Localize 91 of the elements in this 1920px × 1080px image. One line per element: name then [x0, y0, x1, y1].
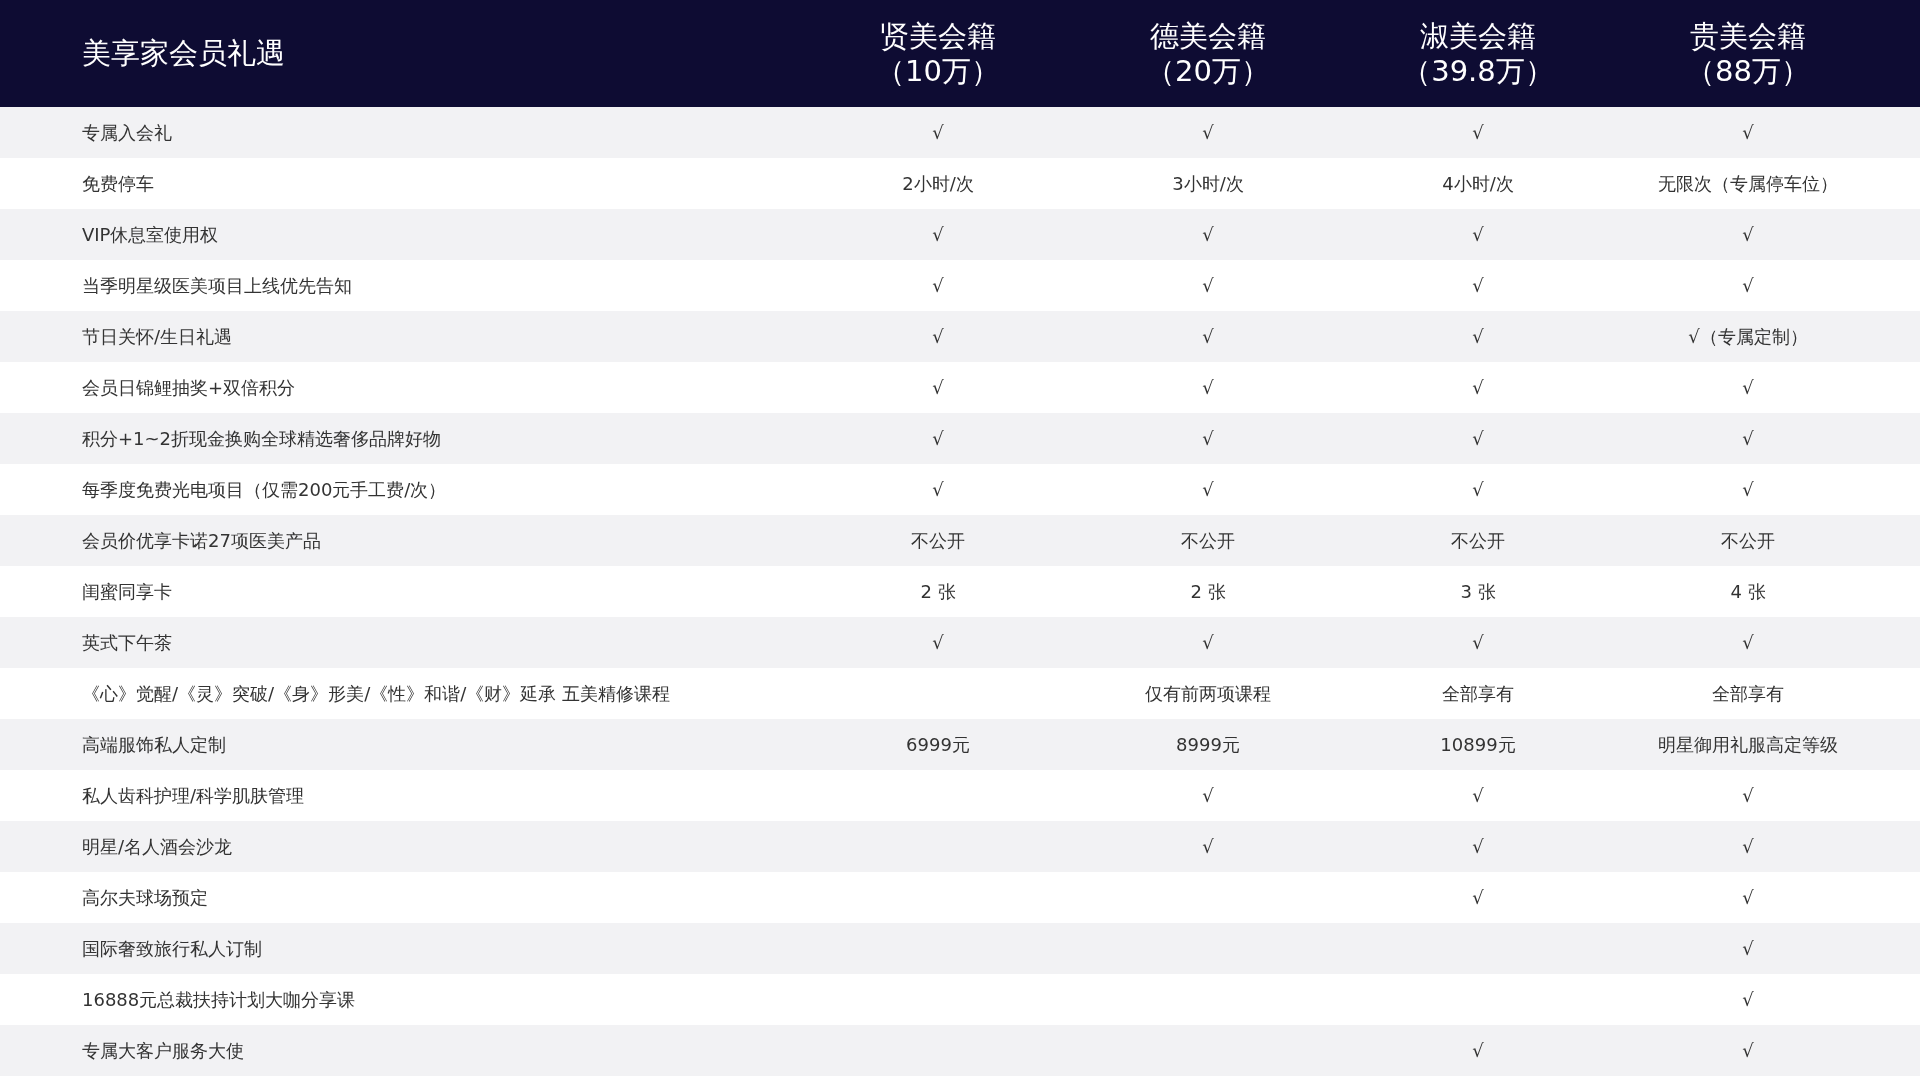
- tier-name: 贵美会籍: [1690, 18, 1806, 54]
- benefit-label: 高尔夫球场预定: [81, 886, 208, 908]
- tier-price: （10万）: [876, 53, 1000, 89]
- benefit-label: 每季度免费光电项目（仅需200元手工费/次）: [81, 478, 447, 500]
- table-cell: √: [1472, 632, 1484, 653]
- benefit-label: 节日关怀/生日礼遇: [81, 325, 233, 347]
- table-cell: 8999元: [1176, 733, 1240, 755]
- table-cell: √: [1742, 224, 1754, 245]
- table-cell: 10899元: [1440, 733, 1516, 755]
- table-cell: √: [1742, 938, 1754, 959]
- table-cell: 仅有前两项课程: [1145, 682, 1271, 704]
- table-cell: √: [1742, 887, 1754, 908]
- table-cell: √: [1742, 479, 1754, 500]
- table-cell: √: [1742, 122, 1754, 143]
- table-cell: √: [932, 479, 944, 500]
- table-cell: √: [1472, 785, 1484, 806]
- table-cell: √: [1202, 275, 1214, 296]
- benefit-label: 积分+1~2折现金换购全球精选奢侈品牌好物: [81, 427, 442, 449]
- tier-price: （88万）: [1686, 53, 1810, 89]
- table-cell: 明星御用礼服高定等级: [1658, 733, 1838, 755]
- table-cell: √: [1742, 275, 1754, 296]
- tier-name: 德美会籍: [1150, 18, 1266, 54]
- table-title: 美享家会员礼遇: [81, 34, 285, 72]
- table-cell: 3 张: [1460, 580, 1496, 602]
- table-cell: 全部享有: [1712, 682, 1784, 704]
- table-cell: √: [1472, 1040, 1484, 1061]
- benefit-label: 16888元总裁扶持计划大咖分享课: [81, 988, 356, 1010]
- benefit-label: 闺蜜同享卡: [81, 580, 172, 602]
- benefit-label: 英式下午茶: [81, 631, 172, 653]
- table-cell: √: [1472, 377, 1484, 398]
- benefit-label: 会员日锦鲤抽奖+双倍积分: [81, 376, 296, 398]
- table-cell: √: [1472, 887, 1484, 908]
- table-cell: 4小时/次: [1442, 172, 1514, 194]
- table-cell: √: [932, 632, 944, 653]
- table-cell: √: [1742, 1040, 1754, 1061]
- table-cell: √: [1202, 326, 1214, 347]
- table-cell: √: [1472, 224, 1484, 245]
- table-cell: √: [1202, 224, 1214, 245]
- table-cell: √: [1742, 989, 1754, 1010]
- benefit-label: 会员价优享卡诺27项医美产品: [81, 529, 321, 551]
- table-cell: √: [1472, 122, 1484, 143]
- table-cell: √: [932, 428, 944, 449]
- tier-name: 淑美会籍: [1420, 18, 1536, 54]
- tier-price: （20万）: [1146, 53, 1270, 89]
- table-cell: 不公开: [911, 529, 965, 551]
- table-cell: √: [1472, 836, 1484, 857]
- benefit-label: 明星/名人酒会沙龙: [81, 835, 233, 857]
- benefit-label: 免费停车: [81, 172, 154, 194]
- table-cell: 无限次（专属停车位）: [1658, 172, 1838, 194]
- benefit-label: 专属入会礼: [81, 121, 172, 143]
- table-cell: 6999元: [906, 733, 970, 755]
- table-cell: √: [1202, 122, 1214, 143]
- table-cell: 2小时/次: [902, 172, 974, 194]
- table-cell: 4 张: [1730, 580, 1766, 602]
- benefit-label: 当季明星级医美项目上线优先告知: [81, 274, 352, 296]
- table-cell: √: [1742, 836, 1754, 857]
- table-cell: √: [1202, 377, 1214, 398]
- table-cell: √: [932, 275, 944, 296]
- benefit-label: 高端服饰私人定制: [81, 733, 226, 755]
- table-cell: √: [932, 122, 944, 143]
- table-cell: 不公开: [1181, 529, 1235, 551]
- benefit-label: 专属大客户服务大使: [81, 1039, 244, 1061]
- table-cell: √: [1742, 428, 1754, 449]
- tier-price: （39.8万）: [1402, 53, 1554, 89]
- table-cell: 不公开: [1721, 529, 1775, 551]
- table-cell: √: [1472, 479, 1484, 500]
- table-cell: √: [932, 377, 944, 398]
- table-cell: √: [932, 224, 944, 245]
- table-cell: √: [1472, 428, 1484, 449]
- benefit-label: VIP休息室使用权: [81, 223, 219, 245]
- table-cell: 3小时/次: [1172, 172, 1244, 194]
- table-cell: √: [1742, 785, 1754, 806]
- table-cell: √: [1472, 326, 1484, 347]
- table-cell: 不公开: [1451, 529, 1505, 551]
- table-cell: 2 张: [920, 580, 956, 602]
- benefit-label: 国际奢致旅行私人订制: [81, 937, 262, 959]
- table-cell: 2 张: [1190, 580, 1226, 602]
- table-cell: √（专属定制）: [1688, 325, 1808, 347]
- tier-name: 贤美会籍: [880, 18, 996, 54]
- table-cell: √: [932, 326, 944, 347]
- table-cell: √: [1472, 275, 1484, 296]
- table-cell: √: [1202, 479, 1214, 500]
- table-cell: √: [1742, 377, 1754, 398]
- table-cell: 全部享有: [1442, 682, 1514, 704]
- benefit-label: 《心》觉醒/《灵》突破/《身》形美/《性》和谐/《财》延承 五美精修课程: [81, 682, 670, 704]
- benefit-label: 私人齿科护理/科学肌肤管理: [81, 784, 305, 806]
- table-cell: √: [1202, 836, 1214, 857]
- table-cell: √: [1202, 785, 1214, 806]
- table-cell: √: [1202, 428, 1214, 449]
- table-cell: √: [1742, 632, 1754, 653]
- table-cell: √: [1202, 632, 1214, 653]
